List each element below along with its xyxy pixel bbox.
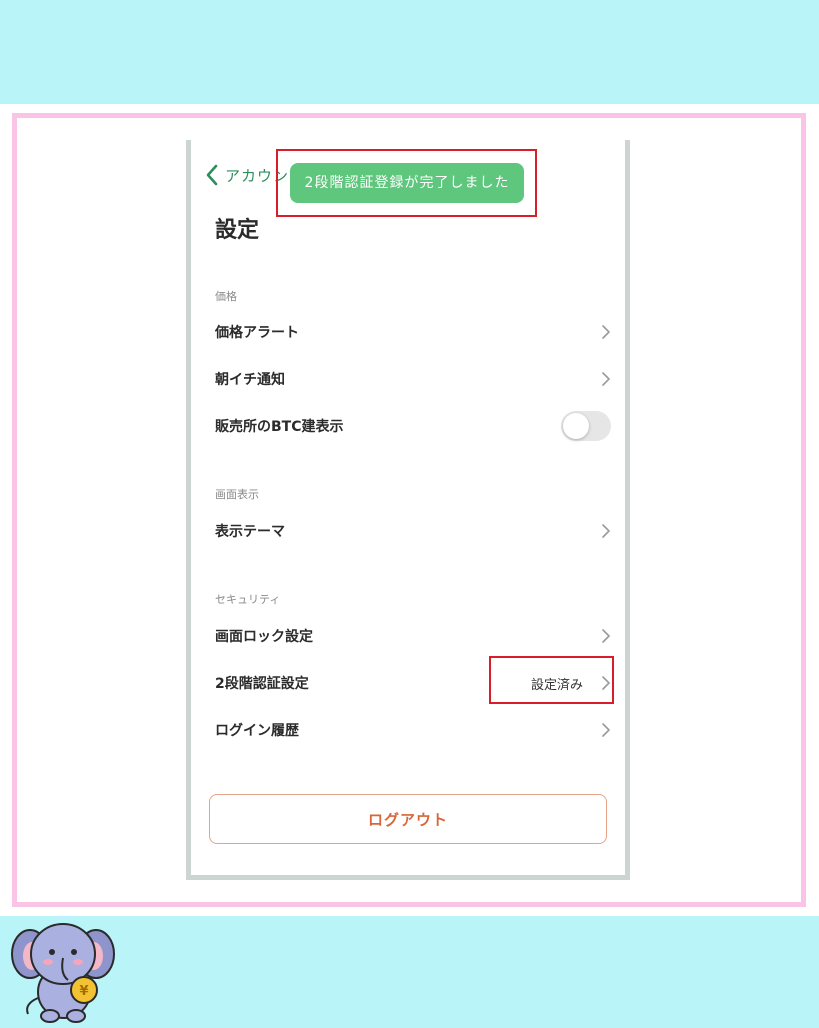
chevron-right-icon [601,628,611,644]
section-header-price: 価格 [215,290,237,303]
btc-display-label: 販売所のBTC建表示 [215,419,344,435]
page-title: 設定 [215,218,260,243]
phone-screen: アカウント 2段階認証登録が完了しました 設定 価格 価格アラート 朝イチ通知 … [186,140,630,880]
top-band [0,0,819,104]
elephant-mascot-icon: ¥ [8,914,120,1024]
chevron-right-icon [601,523,611,539]
chevron-left-icon [205,164,219,186]
section-header-security: セキュリティ [215,593,281,606]
btc-display-row: 販売所のBTC建表示 [215,408,611,444]
status-highlight-box [489,656,614,704]
logout-button[interactable]: ログアウト [209,794,607,844]
login-history-row[interactable]: ログイン履歴 [215,712,611,748]
svg-text:¥: ¥ [79,984,88,999]
two-factor-label: 2段階認証設定 [215,676,309,692]
chevron-right-icon [601,371,611,387]
chevron-right-icon [601,722,611,738]
theme-label: 表示テーマ [215,524,285,540]
price-alert-row[interactable]: 価格アラート [215,314,611,350]
theme-row[interactable]: 表示テーマ [215,513,611,549]
btc-display-toggle[interactable] [561,411,611,441]
toast-highlight-box [276,149,537,217]
chevron-right-icon [601,324,611,340]
screen-lock-row[interactable]: 画面ロック設定 [215,618,611,654]
price-alert-label: 価格アラート [215,325,299,341]
login-history-label: ログイン履歴 [215,723,299,739]
screen-lock-label: 画面ロック設定 [215,629,313,645]
toggle-knob [563,413,589,439]
morning-notice-label: 朝イチ通知 [215,372,285,388]
section-header-display: 画面表示 [215,488,259,501]
morning-notice-row[interactable]: 朝イチ通知 [215,361,611,397]
